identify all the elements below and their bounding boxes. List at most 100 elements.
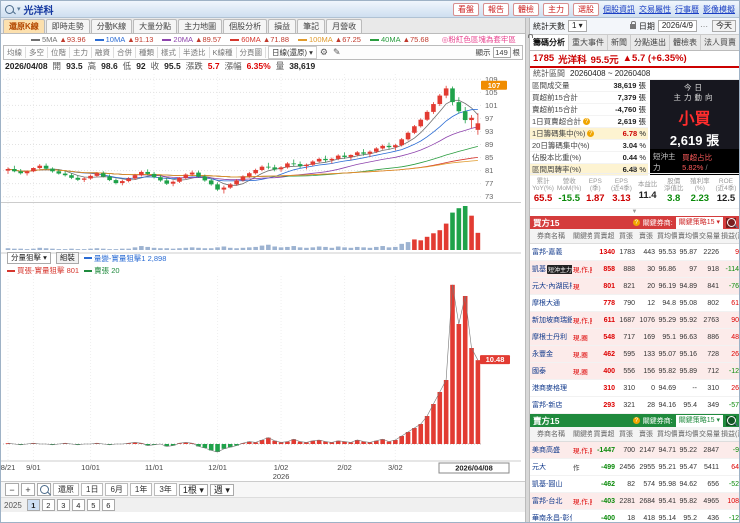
right-tab-4[interactable]: 分點進出 (631, 35, 670, 50)
chart-tool-7[interactable]: 種類 (136, 47, 158, 58)
range-button-3[interactable]: 6月 (105, 483, 128, 496)
chart-tool-2[interactable]: 多空 (26, 47, 48, 58)
right-tab-6[interactable]: 法人買賣 (701, 35, 739, 50)
key-broker-select[interactable]: 關鍵策略15 ▾ (675, 216, 723, 229)
chart-tab-1[interactable]: 還原K線 (3, 19, 45, 33)
indicator-chart[interactable]: 10.48 8/21 9/01 10/01 11/01 12/01 1/02 2/02 3/02… (1, 274, 523, 481)
page-button-3[interactable]: 3 (56, 499, 70, 511)
period-quick-select[interactable]: 週 ▾ (209, 483, 234, 496)
price-volume-chart[interactable]: 73778185899397101105109107 (1, 72, 523, 254)
range-button-5[interactable]: 3年 (154, 483, 177, 496)
today-button[interactable]: 今天 (712, 20, 736, 32)
chart-tool-8[interactable]: 樣式 (158, 47, 180, 58)
help-icon[interactable]: ? (632, 417, 640, 424)
buy-title: 買方15 (533, 217, 560, 228)
titlebar-button-3[interactable]: 體檢 (513, 2, 539, 16)
broker-row[interactable]: 富邦-新店 293 321 28 94.16 95.4 349 -57 (530, 396, 739, 414)
axis-year-label: 2025 (4, 500, 22, 510)
broker-row[interactable]: 摩根大通 778 790 12 94.8 95.08 802 61 (530, 294, 739, 312)
stat-days-select[interactable]: 1 ▾ (568, 20, 587, 32)
today-main-force-box: 今日 主力動向 小買 2,619 張短沖主力 買超占比5.82% / (650, 80, 739, 175)
chart-tab-3[interactable]: 分動K線 (90, 19, 133, 33)
chart-tab-7[interactable]: 損益 (268, 19, 297, 33)
page-button-6[interactable]: 6 (101, 499, 115, 511)
zoom-out-button[interactable]: − (5, 483, 19, 496)
right-tab-5[interactable]: 體檢表 (670, 35, 701, 50)
gear-icon[interactable]: ⚙ (320, 47, 330, 58)
chart-tool-11[interactable]: 分頁圖 (237, 47, 267, 58)
key-broker-select[interactable]: 關鍵策略15 ▾ (675, 414, 723, 427)
indicator-select[interactable]: 分量狙擊 ▾ (7, 252, 51, 264)
chart-tab-6[interactable]: 個股分析 (223, 19, 268, 33)
titlebar-button-4[interactable]: 主力 (543, 2, 569, 16)
titlebar-button-5[interactable]: 選股 (573, 2, 599, 16)
chart-tool-3[interactable]: 位階 (48, 47, 70, 58)
broker-row[interactable]: 美商高盛現,作,圈-1447700214794.7195.222847-9 (530, 441, 739, 459)
right-tab-1[interactable]: 籌碼分析 (530, 35, 569, 50)
page-button-5[interactable]: 5 (86, 499, 100, 511)
svg-text:11/01: 11/01 (145, 463, 163, 472)
titlebar-link-1[interactable]: 個股資訊 (603, 4, 635, 15)
right-tab-3[interactable]: 新聞 (608, 35, 631, 50)
titlebar-link-4[interactable]: 影像模擬 (703, 4, 735, 15)
chart-tool-4[interactable]: 主力 (70, 47, 92, 58)
chart-tool-5[interactable]: 融資 (92, 47, 114, 58)
broker-row[interactable]: 國泰 現,圈 400 556 156 95.82 95.89 712 -12 (530, 362, 739, 380)
titlebar-button-1[interactable]: 看盤 (453, 2, 479, 16)
page-button-1[interactable]: 1 (26, 499, 40, 511)
range-button-4[interactable]: 1年 (129, 483, 153, 496)
broker-row[interactable]: 凱基-圓山 -462 82 574 95.98 94.62 656 -52 (530, 475, 739, 493)
ohlc-value: 92 (136, 61, 146, 71)
table-search-icon[interactable] (726, 217, 736, 228)
chart-tool-10[interactable]: K線種 (210, 47, 237, 58)
right-tab-2[interactable]: 重大事件 (569, 35, 608, 50)
broker-row[interactable]: 華南永昌-彰化 -400 18 418 95.14 95.2 436 -12 (530, 509, 739, 522)
bars-shown-input[interactable]: 149 (492, 47, 511, 58)
magnifier-button[interactable] (37, 483, 51, 496)
chart-tool-9[interactable]: 半透比 (180, 47, 210, 58)
broker-row[interactable]: 富邦-嘉義 1340 1783 443 95.53 95.87 2226 9 (530, 243, 739, 261)
key-broker-tags: 現,作,圈 (572, 260, 592, 278)
broker-row[interactable]: 凱基短沖主力現,作,圈8588883096.8697918-114 (530, 260, 739, 278)
cell: 95.07 (656, 345, 677, 363)
broker-row[interactable]: 富邦-台北現,作,圈-4032281268495.4195.824965108 (530, 492, 739, 510)
range-button-2[interactable]: 1日 (81, 483, 104, 496)
chart-tabs: 還原K線 即時走勢 分動K線 大量分點 主力地圖 個股分析 損益 筆記 月營收 (1, 18, 525, 34)
page-button-4[interactable]: 4 (71, 499, 85, 511)
collapse-arrow[interactable]: ▼ (530, 209, 739, 216)
help-icon[interactable]: ? (632, 219, 640, 226)
broker-row[interactable]: 元大-內湖民權現 801 821 20 96.19 94.89 841 -76 (530, 277, 739, 295)
chart-tab-2[interactable]: 即時走勢 (45, 19, 90, 33)
chart-tool-1[interactable]: 均線 (4, 47, 26, 58)
search-caret-icon[interactable]: ▾ (17, 5, 21, 13)
titlebar-link-2[interactable]: 交易屬性 (639, 4, 671, 15)
lock-icon[interactable] (629, 20, 636, 29)
range-button-1[interactable]: 還原 (53, 483, 79, 496)
chart-tool-6[interactable]: 合併 (114, 47, 136, 58)
bar-width-select[interactable]: 1根 ▾ (178, 483, 208, 496)
help-icon[interactable]: ? (587, 130, 595, 137)
pencil-icon[interactable]: ✎ (333, 47, 343, 58)
key-broker-tags: 現,圈 (572, 345, 592, 363)
help-icon[interactable]: ? (583, 118, 591, 125)
page-button-2[interactable]: 2 (41, 499, 55, 511)
period-select[interactable]: 日線(還原) ▾ (268, 46, 317, 59)
chart-tab-8[interactable]: 筆記 (297, 19, 326, 33)
broker-row[interactable]: 永豐金 現,圈 462 595 133 95.07 95.16 728 26 (530, 345, 739, 363)
titlebar-button-2[interactable]: 報告 (483, 2, 509, 16)
indicator-config-button[interactable]: 組裝 (55, 252, 79, 264)
broker-row[interactable]: 新加坡商瑞銀短沖主力現,作,圈6111687107695.2995.922763… (530, 311, 739, 329)
chart-tab-5[interactable]: 主力地圖 (178, 19, 223, 33)
chart-tab-9[interactable]: 月營收 (326, 19, 363, 33)
table-search-icon[interactable] (726, 415, 736, 426)
date-input[interactable]: 2026/4/9 (657, 20, 697, 32)
broker-row[interactable]: 摩根士丹利 現,圈 548 717 169 95.1 96.63 886 48 (530, 328, 739, 346)
search-icon[interactable] (5, 4, 14, 14)
collapse-arrow[interactable]: ▼ (530, 166, 739, 173)
cell: 95.22 (677, 441, 698, 459)
broker-row[interactable]: 元大作 -499 2456 2955 95.21 95.47 5411 64 (530, 458, 739, 476)
broker-row[interactable]: 港商麥格理 310 310 0 94.69 -- 310 26 (530, 379, 739, 397)
chart-tab-4[interactable]: 大量分點 (133, 19, 178, 33)
zoom-in-button[interactable]: + (21, 483, 35, 496)
titlebar-link-3[interactable]: 行事曆 (675, 4, 699, 15)
